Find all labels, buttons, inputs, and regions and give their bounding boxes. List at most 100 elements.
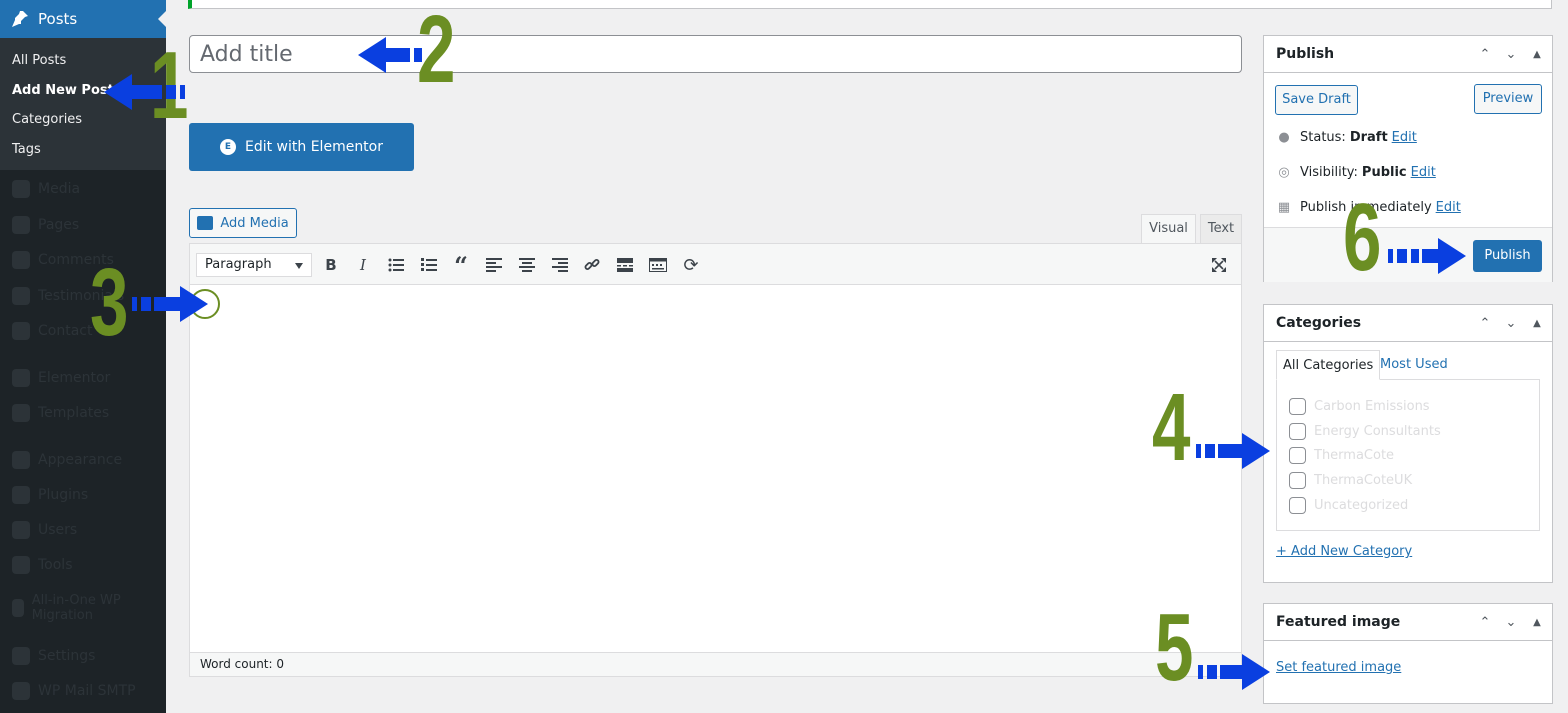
toggle-panel-icon[interactable]: ▲ xyxy=(1526,305,1548,342)
preview-button[interactable]: Preview xyxy=(1474,84,1542,114)
mail-icon xyxy=(12,682,30,700)
media-icon xyxy=(197,216,214,230)
visibility-label: Visibility: xyxy=(1300,165,1358,180)
templates-icon xyxy=(12,404,30,422)
category-item[interactable]: ThermaCote xyxy=(1289,447,1394,464)
refresh-icon[interactable]: ⟳ xyxy=(680,254,702,276)
sidebar-item-label: Elementor xyxy=(38,370,111,386)
sidebar-item-migration[interactable]: All-in-One WP Migration xyxy=(12,593,132,623)
publish-button[interactable]: Publish xyxy=(1473,240,1542,272)
chevron-down-icon[interactable]: ⌄ xyxy=(1500,604,1522,641)
users-icon xyxy=(12,521,30,539)
sidebar-item-label: Users xyxy=(38,522,78,538)
category-item[interactable]: Uncategorized xyxy=(1289,497,1408,514)
link-icon[interactable] xyxy=(581,254,603,276)
word-count: Word count: 0 xyxy=(200,657,285,671)
tab-visual[interactable]: Visual xyxy=(1141,214,1196,243)
tab-text[interactable]: Text xyxy=(1200,214,1242,243)
sidebar-item-media[interactable]: Media xyxy=(12,180,80,198)
checkbox[interactable] xyxy=(1289,472,1306,489)
sidebar-item-contact[interactable]: Contact xyxy=(12,322,92,340)
category-label: Carbon Emissions xyxy=(1314,399,1430,414)
toolbar-toggle-icon[interactable] xyxy=(647,254,669,276)
annotation-arrow-right xyxy=(1388,238,1466,274)
post-title-input[interactable] xyxy=(189,35,1242,73)
elementor-icon xyxy=(12,369,30,387)
toggle-panel-icon[interactable]: ▲ xyxy=(1526,604,1548,641)
blockquote-icon[interactable]: “ xyxy=(450,251,472,280)
eye-icon: ◎ xyxy=(1278,165,1290,180)
checkbox[interactable] xyxy=(1289,423,1306,440)
sidebar-item-tools[interactable]: Tools xyxy=(12,556,73,574)
italic-icon[interactable]: I xyxy=(352,254,374,276)
save-draft-button[interactable]: Save Draft xyxy=(1275,85,1358,115)
chevron-down-icon[interactable]: ⌄ xyxy=(1500,36,1522,73)
annotation-arrow-right xyxy=(1198,654,1270,690)
sidebar-item-plugins[interactable]: Plugins xyxy=(12,486,88,504)
sidebar-item-posts[interactable]: Posts xyxy=(0,0,166,38)
sidebar-item-appearance[interactable]: Appearance xyxy=(12,451,122,469)
settings-icon xyxy=(12,647,30,665)
annotation-arrow-right xyxy=(132,286,208,322)
submenu-tags[interactable]: Tags xyxy=(0,135,166,165)
elementor-logo-icon: E xyxy=(220,139,236,155)
toggle-panel-icon[interactable]: ▲ xyxy=(1526,36,1548,73)
align-right-icon[interactable] xyxy=(549,254,571,276)
add-media-label: Add Media xyxy=(220,215,289,231)
chevron-up-icon[interactable]: ⌃ xyxy=(1474,36,1496,73)
publish-panel-title: Publish xyxy=(1276,46,1335,62)
category-label: Energy Consultants xyxy=(1314,424,1441,439)
chevron-up-icon[interactable]: ⌃ xyxy=(1474,604,1496,641)
current-menu-notch xyxy=(158,11,166,27)
pages-icon xyxy=(12,216,30,234)
sidebar-item-label: WP Mail SMTP xyxy=(38,683,136,699)
checkbox[interactable] xyxy=(1289,398,1306,415)
edit-status-link[interactable]: Edit xyxy=(1392,130,1417,145)
sidebar-item-label: Templates xyxy=(38,405,110,421)
sidebar-item-label: Appearance xyxy=(38,452,123,468)
checkbox[interactable] xyxy=(1289,447,1306,464)
category-item[interactable]: ThermaCoteUK xyxy=(1289,472,1412,489)
add-media-button[interactable]: Add Media xyxy=(189,208,297,238)
sidebar-item-settings[interactable]: Settings xyxy=(12,647,95,665)
edit-schedule-link[interactable]: Edit xyxy=(1436,200,1461,215)
edit-with-elementor-button[interactable]: E Edit with Elementor xyxy=(189,123,414,171)
add-new-category-link[interactable]: + Add New Category xyxy=(1276,544,1412,559)
status-row: ● Status: Draft Edit xyxy=(1275,130,1417,145)
chevron-up-icon[interactable]: ⌃ xyxy=(1474,305,1496,342)
set-featured-image-link[interactable]: Set featured image xyxy=(1276,660,1401,675)
category-item[interactable]: Energy Consultants xyxy=(1289,423,1441,440)
bold-icon[interactable]: B xyxy=(320,254,342,276)
sidebar-item-pages[interactable]: Pages xyxy=(12,216,79,234)
read-more-icon[interactable] xyxy=(614,254,636,276)
category-checklist: Carbon Emissions Energy Consultants Ther… xyxy=(1276,379,1540,531)
editor-toolbar: Paragraph B I “ ⟳ xyxy=(190,244,1241,285)
bullet-list-icon[interactable] xyxy=(385,254,407,276)
sidebar-item-wp-mail-smtp[interactable]: WP Mail SMTP xyxy=(12,682,136,700)
category-label: ThermaCote xyxy=(1314,448,1395,463)
sidebar-item-templates[interactable]: Templates xyxy=(12,404,109,422)
tab-all-categories[interactable]: All Categories xyxy=(1276,350,1381,380)
editor-content-area[interactable] xyxy=(190,285,1241,653)
sidebar-item-label: Settings xyxy=(38,648,96,664)
sidebar-item-label: Posts xyxy=(38,10,78,28)
comments-icon xyxy=(12,251,30,269)
align-left-icon[interactable] xyxy=(483,254,505,276)
admin-notice xyxy=(188,0,1552,9)
paragraph-format-select[interactable]: Paragraph xyxy=(196,253,312,277)
fullscreen-icon[interactable] xyxy=(1208,254,1230,276)
sidebar-item-users[interactable]: Users xyxy=(12,521,77,539)
sidebar-item-elementor[interactable]: Elementor xyxy=(12,369,110,387)
chevron-down-icon[interactable]: ⌄ xyxy=(1500,305,1522,342)
sidebar-item-label: Pages xyxy=(38,217,80,233)
sidebar-item-label: Contact xyxy=(38,323,93,339)
tab-most-used[interactable]: Most Used xyxy=(1374,350,1454,380)
numbered-list-icon[interactable] xyxy=(418,254,440,276)
align-center-icon[interactable] xyxy=(516,254,538,276)
checkbox[interactable] xyxy=(1289,497,1306,514)
edit-visibility-link[interactable]: Edit xyxy=(1411,165,1436,180)
calendar-icon: ▦ xyxy=(1277,200,1291,215)
submenu-all-posts[interactable]: All Posts xyxy=(0,46,166,76)
category-item[interactable]: Carbon Emissions xyxy=(1289,398,1430,415)
sidebar-item-label: Plugins xyxy=(38,487,89,503)
